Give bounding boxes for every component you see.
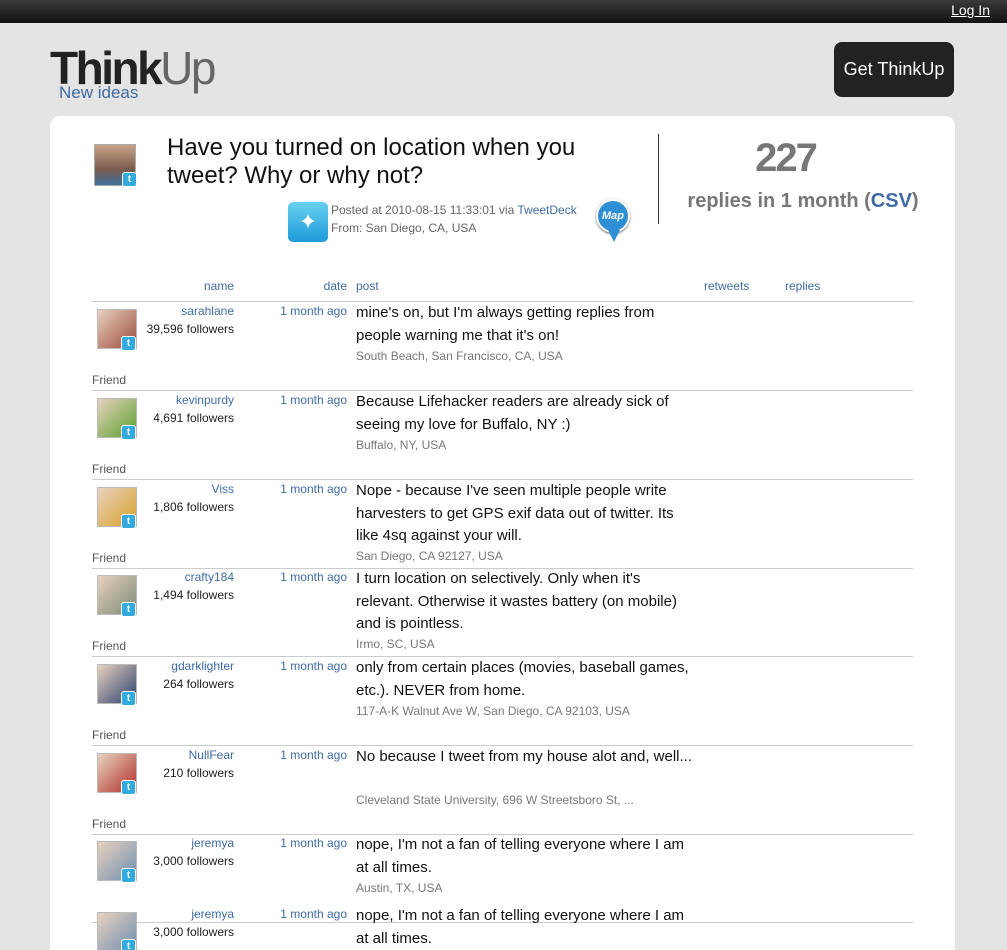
post-date-link[interactable]: 1 month ago <box>280 482 347 496</box>
posted-meta: Posted at 2010-08-15 11:33:01 via TweetD… <box>331 203 577 217</box>
table-row: t Viss 1,806 followers 1 month ago Nope - be… <box>92 480 913 569</box>
table-row: t crafty184 1,494 followers 1 month ago I tu… <box>92 568 913 657</box>
get-thinkup-button[interactable]: Get ThinkUp <box>834 42 954 97</box>
username-link[interactable]: jeremya <box>191 907 234 921</box>
username-link[interactable]: jeremya <box>191 836 234 850</box>
post-date-link[interactable]: 1 month ago <box>280 907 347 921</box>
friend-label: Friend <box>92 373 127 387</box>
content-panel: t Have you turned on location when you t… <box>50 116 955 950</box>
csv-link[interactable]: CSV <box>871 190 912 212</box>
reply-period-text: replies in 1 month ( <box>687 190 871 212</box>
post-date-link[interactable]: 1 month ago <box>280 836 347 850</box>
post-date-link[interactable]: 1 month ago <box>280 304 347 318</box>
follower-count: 1,806 followers <box>153 500 234 514</box>
reply-text: only from certain places (movies, baseba… <box>356 659 689 699</box>
follower-count: 4,691 followers <box>153 411 234 425</box>
follower-count: 39,596 followers <box>146 322 234 336</box>
twitter-icon: t <box>121 514 136 529</box>
username-link[interactable]: sarahlane <box>181 304 234 318</box>
table-row: t NullFear 210 followers 1 month ago No beca… <box>92 746 913 835</box>
column-header-retweets[interactable]: retweets <box>704 279 749 293</box>
post-date-link[interactable]: 1 month ago <box>280 748 347 762</box>
username-link[interactable]: gdarklighter <box>171 659 234 673</box>
username-link[interactable]: crafty184 <box>185 570 234 584</box>
column-header-replies[interactable]: replies <box>785 279 820 293</box>
reply-text: Because Lifehacker readers are already s… <box>356 393 669 433</box>
reply-count-label: replies in 1 month (CSV) <box>658 190 948 213</box>
top-bar: Log In <box>0 0 1007 23</box>
table-header: name date post retweets replies <box>50 279 955 299</box>
reply-location: San Diego, CA 92127, USA <box>356 549 503 563</box>
reply-text: Nope - because I've seen multiple people… <box>356 482 674 544</box>
reply-location: Buffalo, NY, USA <box>356 438 447 452</box>
original-post-text: Have you turned on location when you twe… <box>167 134 576 189</box>
reply-count: 227 <box>755 136 818 180</box>
post-date-link[interactable]: 1 month ago <box>280 393 347 407</box>
reply-text: No because I tweet from my house alot an… <box>356 748 692 765</box>
reply-text: nope, I'm not a fan of telling everyone … <box>356 907 685 947</box>
reply-location: Austin, TX, USA <box>356 881 443 895</box>
map-pin-icon[interactable]: Map <box>596 199 630 242</box>
client-link[interactable]: TweetDeck <box>517 203 576 217</box>
friend-label: Friend <box>92 551 127 565</box>
reply-text: mine's on, but I'm always getting replie… <box>356 304 655 344</box>
column-header-name[interactable]: name <box>204 279 234 293</box>
twitter-icon: t <box>121 939 136 950</box>
follower-count: 210 followers <box>163 766 234 780</box>
twitter-bird-icon: ✦ <box>288 202 328 242</box>
follower-count: 264 followers <box>163 677 234 691</box>
tagline: New ideas <box>59 83 139 102</box>
username-link[interactable]: kevinpurdy <box>176 393 234 407</box>
reply-text: I turn location on selectively. Only whe… <box>356 570 677 632</box>
friend-label: Friend <box>92 728 127 742</box>
follower-count: 1,494 followers <box>153 588 234 602</box>
reply-location: Cleveland State University, 696 W Street… <box>356 793 634 807</box>
twitter-icon: t <box>121 602 136 617</box>
table-row: t kevinpurdy 4,691 followers 1 month ago Bec… <box>92 391 913 480</box>
follower-count: 3,000 followers <box>153 854 234 868</box>
table-row: t sarahlane 39,596 followers 1 month ago min… <box>92 302 913 391</box>
logo-up: Up <box>160 42 216 94</box>
reply-label-end: ) <box>911 190 919 212</box>
friend-label: Friend <box>92 462 127 476</box>
post-date-link[interactable]: 1 month ago <box>280 659 347 673</box>
table-row: t jeremya 3,000 followers 1 month ago nope, … <box>92 905 913 950</box>
thinkup-logo[interactable]: ThinkUp New ideas <box>50 42 216 102</box>
column-header-date[interactable]: date <box>324 279 347 293</box>
twitter-icon: t <box>121 425 136 440</box>
reply-location: Irmo, SC, USA <box>356 637 435 651</box>
column-header-post[interactable]: post <box>356 279 379 293</box>
posted-at-text: Posted at 2010-08-15 11:33:01 via <box>331 203 518 217</box>
twitter-icon: t <box>121 868 136 883</box>
twitter-icon: t <box>122 172 137 187</box>
twitter-icon: t <box>121 780 136 795</box>
friend-label: Friend <box>92 817 127 831</box>
author-avatar[interactable]: t <box>94 144 137 187</box>
post-date-link[interactable]: 1 month ago <box>280 570 347 584</box>
twitter-icon: t <box>121 336 136 351</box>
reply-location: 117-A-K Walnut Ave W, San Diego, CA 9210… <box>356 704 630 718</box>
username-link[interactable]: NullFear <box>189 748 234 762</box>
reply-text: nope, I'm not a fan of telling everyone … <box>356 836 685 876</box>
follower-count: 3,000 followers <box>153 925 234 939</box>
twitter-icon: t <box>121 691 136 706</box>
login-link[interactable]: Log In <box>951 2 990 18</box>
posted-from: From: San Diego, CA, USA <box>331 221 477 235</box>
friend-label: Friend <box>92 639 127 653</box>
reply-location: South Beach, San Francisco, CA, USA <box>356 349 563 363</box>
username-link[interactable]: Viss <box>212 482 234 496</box>
table-row: t gdarklighter 264 followers 1 month ago onl… <box>92 657 913 746</box>
